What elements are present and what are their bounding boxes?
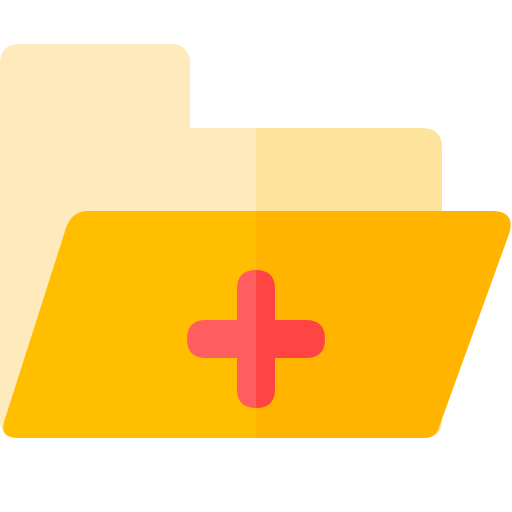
icon-canvas: [0, 0, 512, 512]
new-folder-icon: [0, 44, 511, 438]
